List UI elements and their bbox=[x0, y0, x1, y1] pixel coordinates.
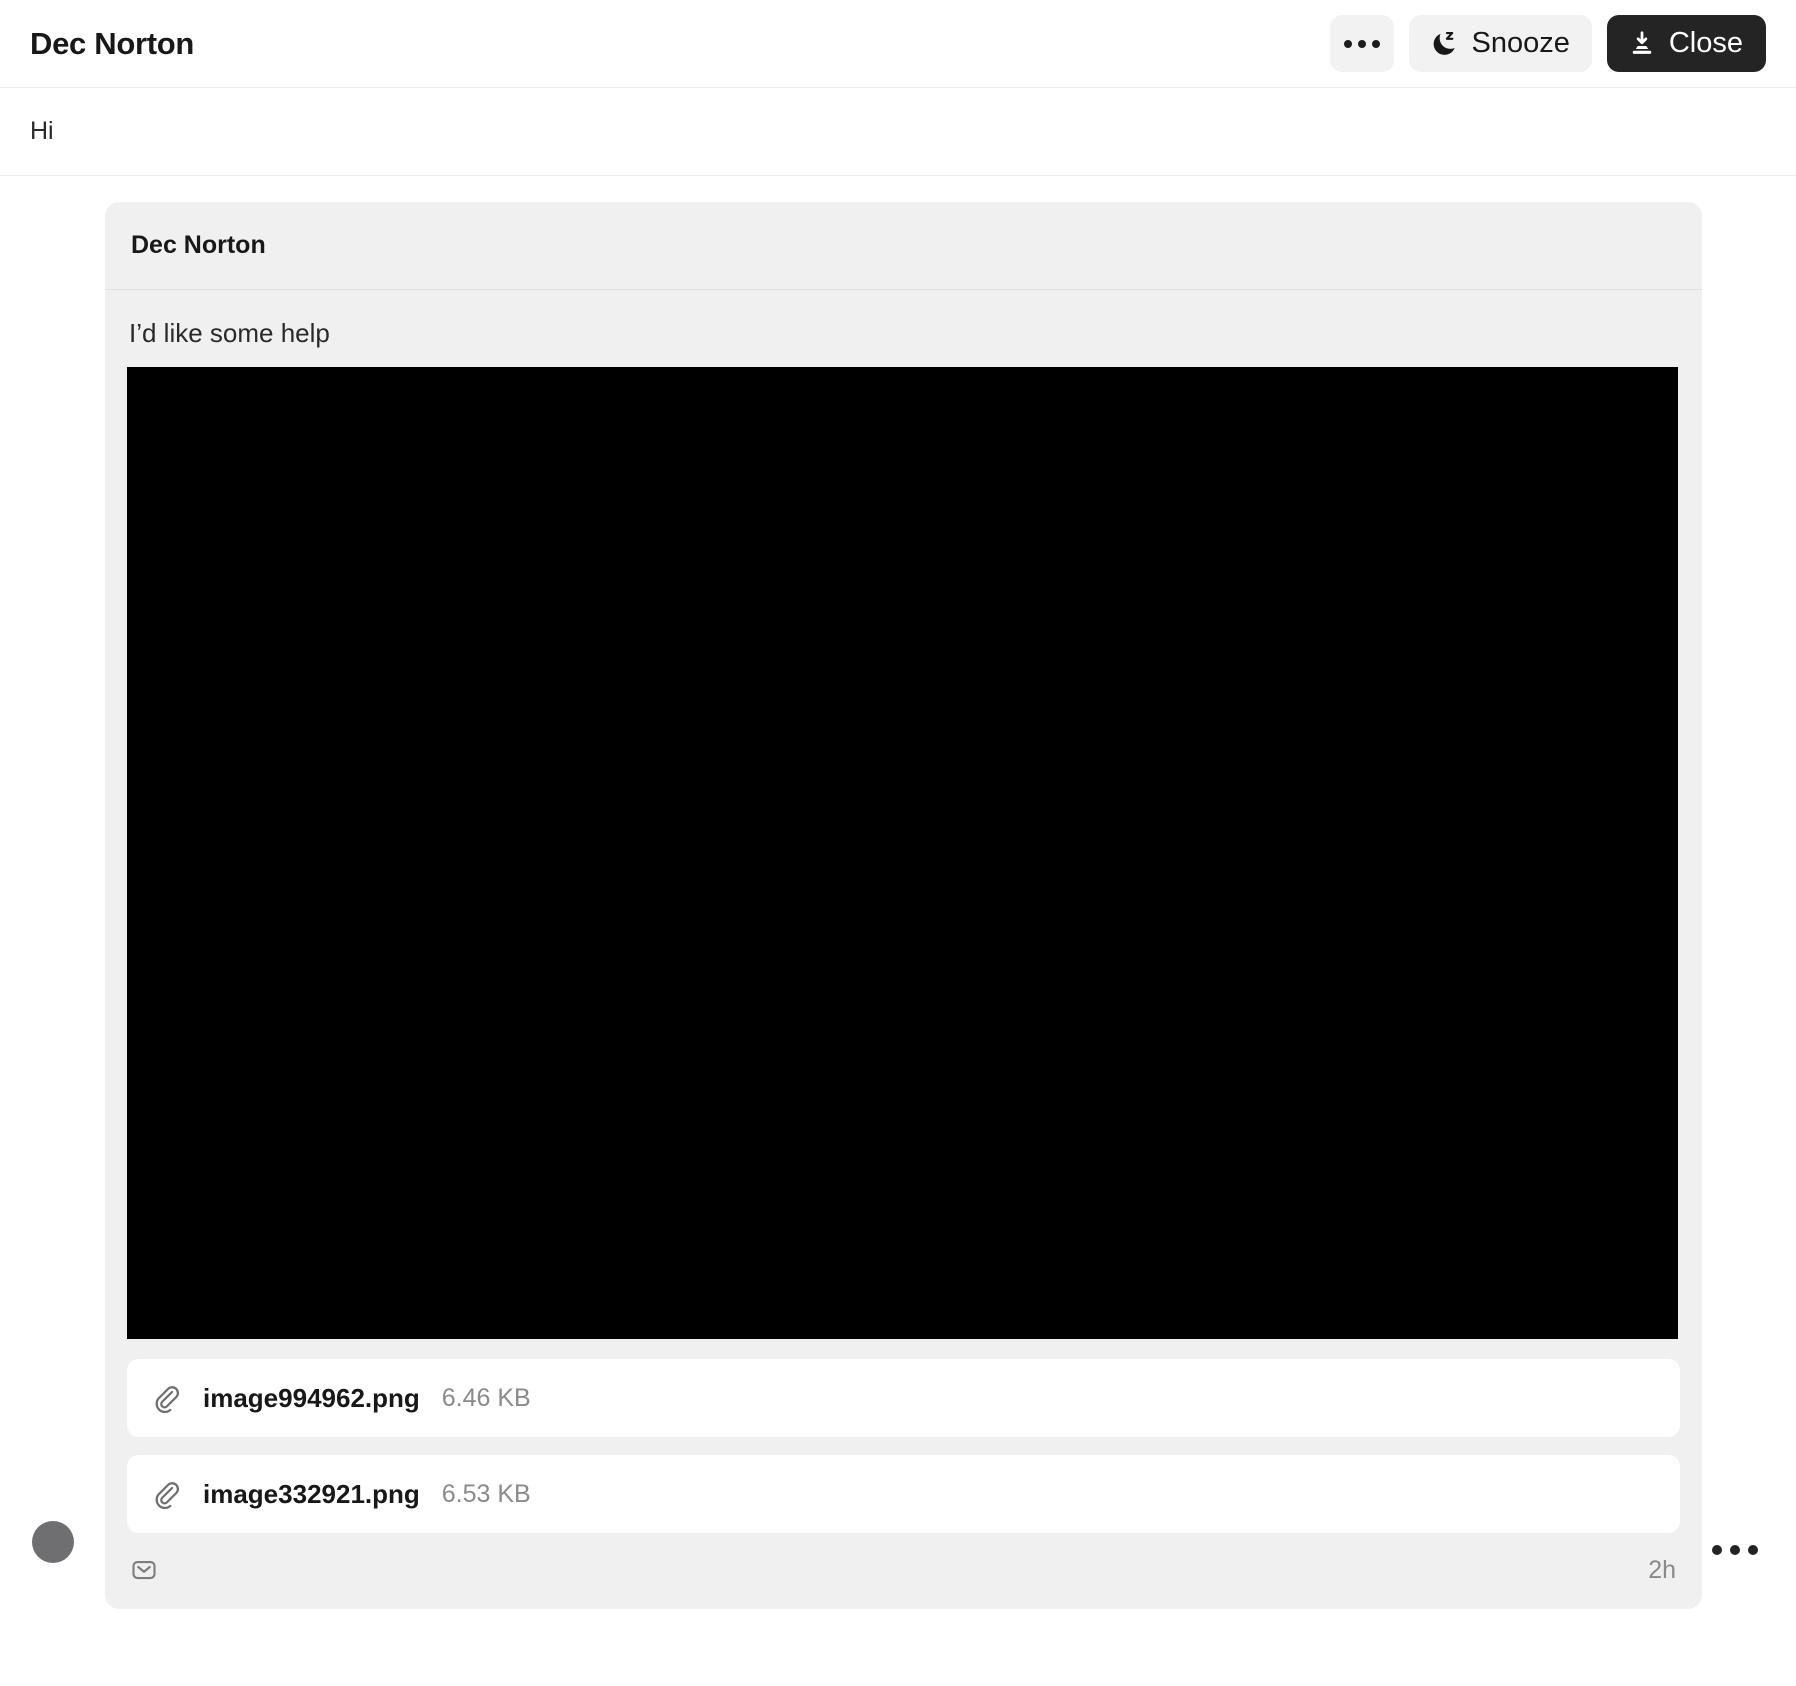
ellipsis-icon bbox=[1730, 1545, 1740, 1556]
attachment-item[interactable]: image332921.png 6.53 KB bbox=[127, 1455, 1680, 1534]
close-button-label: Close bbox=[1668, 27, 1743, 59]
avatar bbox=[32, 1521, 74, 1564]
moon-zzz-icon bbox=[1429, 29, 1459, 59]
message-more-options-button[interactable] bbox=[1704, 1537, 1766, 1563]
archive-download-icon bbox=[1627, 29, 1657, 59]
close-button[interactable]: Close bbox=[1606, 15, 1766, 72]
attachment-list: image994962.png 6.46 KB image332921.png … bbox=[105, 1339, 1702, 1534]
message-wrapper: Dec Norton I’d like some help image99496… bbox=[0, 176, 1796, 1610]
snooze-button-label: Snooze bbox=[1471, 27, 1570, 59]
subject-row: Hi bbox=[0, 88, 1796, 176]
attachment-name: image994962.png bbox=[203, 1382, 420, 1413]
attachment-size: 6.53 KB bbox=[441, 1479, 531, 1508]
snooze-button[interactable]: Snooze bbox=[1409, 15, 1592, 72]
conversation-header: Dec Norton Snooze Close bbox=[0, 0, 1796, 88]
message-card-header: Dec Norton bbox=[105, 202, 1702, 290]
page-title: Dec Norton bbox=[30, 26, 195, 61]
envelope-icon bbox=[129, 1555, 159, 1585]
message-card: Dec Norton I’d like some help image99496… bbox=[105, 202, 1702, 1610]
message-card-footer: 2h bbox=[105, 1551, 1702, 1609]
message-card-body: I’d like some help bbox=[105, 290, 1702, 1340]
sender-name: Dec Norton bbox=[131, 231, 266, 259]
conversation-body: Dec Norton I’d like some help image99496… bbox=[0, 176, 1796, 1610]
ellipsis-icon bbox=[1712, 1545, 1722, 1556]
more-options-button[interactable] bbox=[1330, 15, 1395, 72]
attachment-item[interactable]: image994962.png 6.46 KB bbox=[127, 1359, 1680, 1438]
message-timestamp: 2h bbox=[1648, 1555, 1676, 1584]
paperclip-icon bbox=[151, 1383, 181, 1414]
ellipsis-icon bbox=[1344, 39, 1381, 48]
paperclip-icon bbox=[151, 1479, 181, 1510]
attachment-name: image332921.png bbox=[203, 1478, 420, 1509]
embedded-image bbox=[127, 367, 1678, 1340]
header-actions: Snooze Close bbox=[1330, 15, 1766, 72]
email-thread-view: Dec Norton Snooze Close Hi Dec Norton I’… bbox=[0, 0, 1796, 1686]
subject-text: Hi bbox=[30, 117, 54, 145]
attachment-size: 6.46 KB bbox=[441, 1383, 531, 1412]
message-body-text: I’d like some help bbox=[129, 318, 330, 348]
ellipsis-icon bbox=[1748, 1545, 1758, 1556]
